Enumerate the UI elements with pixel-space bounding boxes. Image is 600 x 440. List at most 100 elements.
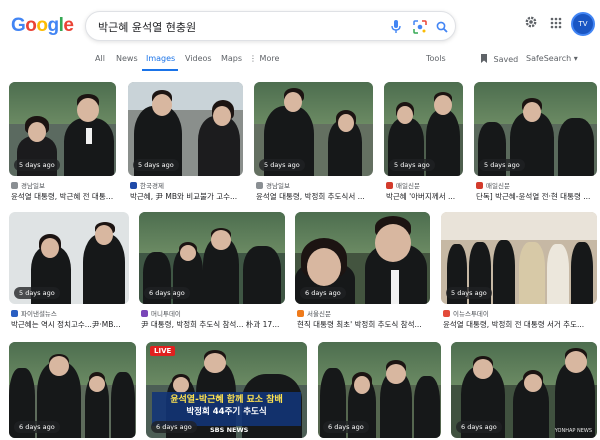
result-caption[interactable]: 윤석열 대통령, 박정희 전 대통령 서거 추도... xyxy=(443,319,599,330)
account-avatar[interactable]: TV xyxy=(571,12,595,36)
caret-down-icon: ▾ xyxy=(573,54,578,63)
header: Google 박근혜 윤석열 현충원 TV xyxy=(0,0,600,50)
image-result[interactable]: LIVE 윤석열-박근혜 함께 묘소 참배 박정희 44주기 추도식 SBS N… xyxy=(146,342,307,438)
source-favicon xyxy=(476,181,483,189)
source-favicon xyxy=(443,309,450,317)
banner-line-1: 윤석열-박근혜 함께 묘소 참배 xyxy=(170,395,283,405)
result-caption[interactable]: 박근혜, 尹 MB와 비교불가 고수... xyxy=(130,191,245,202)
active-tab-indicator xyxy=(142,69,178,71)
result-age-badge: 5 days ago xyxy=(259,159,305,171)
image-result[interactable]: 6 days ago 머니투데이 尹 대통령, 박정희 추도식 참석... 朴과… xyxy=(139,212,285,332)
source-name: 한국경제 xyxy=(140,182,164,190)
image-result[interactable]: 6 days ago 서울신문 현직 대통령 최초' 박정희 추도식 참석... xyxy=(295,212,430,332)
result-age-badge: 5 days ago xyxy=(133,159,179,171)
image-result[interactable]: 5 days ago 한국경제 박근혜, 尹 MB와 비교불가 고수... xyxy=(128,82,243,202)
logo-letter: e xyxy=(63,15,74,36)
result-thumbnail[interactable]: 5 days ago xyxy=(254,82,373,176)
microphone-icon[interactable] xyxy=(388,19,404,35)
tab-all[interactable]: All xyxy=(95,54,105,63)
image-result[interactable]: 5 days ago 매일신문 단독] 박근혜-윤석열 전·현 대통령 ... xyxy=(474,82,597,202)
result-caption[interactable]: 윤석열 대통령, 박근혜 전 대통령 추도... xyxy=(11,191,118,202)
tools-button[interactable]: Tools xyxy=(426,54,446,63)
result-source[interactable]: 파이낸셜뉴스 xyxy=(11,308,57,318)
result-caption[interactable]: 尹 대통령, 박정희 추도식 참석... 朴과 17... xyxy=(141,319,287,330)
avatar-text: TV xyxy=(578,20,588,28)
logo-letter: g xyxy=(47,15,60,36)
image-result[interactable]: 6 days ago xyxy=(318,342,441,438)
tab-maps[interactable]: Maps xyxy=(221,54,242,63)
source-favicon xyxy=(141,309,148,317)
result-thumbnail[interactable]: 5 days ago xyxy=(9,82,116,176)
result-age-badge: 5 days ago xyxy=(479,159,525,171)
source-name: 경남일보 xyxy=(21,182,45,190)
image-result[interactable]: 5 days ago 매일신문 박근혜 '아버지께서 ... xyxy=(384,82,463,202)
result-caption[interactable]: 윤석열 대통령, 박정희 추도식서 ... xyxy=(256,191,375,202)
channel-logo: SBS NEWS xyxy=(210,426,249,434)
result-age-badge: 5 days ago xyxy=(14,159,60,171)
result-age-badge: 5 days ago xyxy=(389,159,435,171)
image-result[interactable]: 5 days ago 파이낸셜뉴스 박근혜는 역시 정치고수...尹·MB... xyxy=(9,212,129,332)
source-name: 파이낸셜뉴스 xyxy=(21,310,57,318)
tab-news[interactable]: News xyxy=(116,54,138,63)
logo-letter: o xyxy=(36,15,48,36)
result-caption[interactable]: 박근혜 '아버지께서 ... xyxy=(386,191,465,202)
result-source[interactable]: 한국경제 xyxy=(130,180,164,190)
source-favicon xyxy=(256,181,263,189)
more-dots-icon: ⋮ xyxy=(249,54,260,63)
image-result[interactable]: 6 days ago xyxy=(9,342,136,438)
source-favicon xyxy=(11,181,18,189)
source-name: 매일신문 xyxy=(486,182,510,190)
image-result[interactable]: 5 days ago 이뉴스투데이 윤석열 대통령, 박정희 전 대통령 서거 … xyxy=(441,212,597,332)
result-thumbnail[interactable]: 6 days ago xyxy=(295,212,430,304)
result-caption[interactable]: 박근혜는 역시 정치고수...尹·MB... xyxy=(11,319,131,330)
search-box[interactable]: 박근혜 윤석열 현충원 xyxy=(85,11,456,41)
result-source[interactable]: 매일신문 xyxy=(476,180,510,190)
result-thumbnail[interactable]: 6 days ago xyxy=(139,212,285,304)
result-age-badge: 6 days ago xyxy=(151,421,197,433)
result-age-badge: 6 days ago xyxy=(456,421,502,433)
result-thumbnail[interactable]: 5 days ago xyxy=(9,212,129,304)
result-age-badge: 6 days ago xyxy=(14,421,60,433)
result-age-badge: 6 days ago xyxy=(300,287,346,299)
result-age-badge: 6 days ago xyxy=(323,421,369,433)
lens-icon[interactable] xyxy=(412,19,428,35)
google-logo[interactable]: Google xyxy=(11,15,74,37)
image-result[interactable]: 5 days ago 경남일보 윤석열 대통령, 박근혜 전 대통령 추도... xyxy=(9,82,118,202)
saved-label: Saved xyxy=(493,55,519,64)
image-result[interactable]: 5 days ago 경남일보 윤석열 대통령, 박정희 추도식서 ... xyxy=(254,82,373,202)
banner-line-2: 박정희 44주기 추도식 xyxy=(186,407,267,417)
source-favicon xyxy=(386,181,393,189)
search-icon[interactable] xyxy=(434,19,450,35)
tab-more-label: More xyxy=(259,54,280,63)
search-tabs: All News Images Videos Maps ⋮ More Tools… xyxy=(0,50,600,72)
search-input[interactable]: 박근혜 윤석열 현충원 xyxy=(98,19,196,35)
result-source[interactable]: 매일신문 xyxy=(386,180,420,190)
tab-more[interactable]: ⋮ More xyxy=(249,54,279,63)
result-source[interactable]: 경남일보 xyxy=(11,180,45,190)
result-source[interactable]: 머니투데이 xyxy=(141,308,181,318)
image-result[interactable]: YONHAP NEWS 6 days ago xyxy=(451,342,597,438)
result-thumbnail[interactable]: 6 days ago xyxy=(9,342,136,438)
result-thumbnail[interactable]: 5 days ago xyxy=(474,82,597,176)
source-name: 서울신문 xyxy=(307,310,331,318)
result-source[interactable]: 이뉴스투데이 xyxy=(443,308,489,318)
result-thumbnail[interactable]: LIVE 윤석열-박근혜 함께 묘소 참배 박정희 44주기 추도식 SBS N… xyxy=(146,342,307,438)
settings-gear-icon[interactable] xyxy=(524,14,538,33)
result-caption[interactable]: 단독] 박근혜-윤석열 전·현 대통령 ... xyxy=(476,191,599,202)
result-thumbnail[interactable]: 5 days ago xyxy=(384,82,463,176)
saved-button[interactable]: Saved xyxy=(480,54,518,64)
result-thumbnail[interactable]: 5 days ago xyxy=(441,212,597,304)
result-thumbnail[interactable]: YONHAP NEWS 6 days ago xyxy=(451,342,597,438)
tab-videos[interactable]: Videos xyxy=(185,54,212,63)
result-caption[interactable]: 현직 대통령 최초' 박정희 추도식 참석... xyxy=(297,319,432,330)
result-age-badge: 5 days ago xyxy=(446,287,492,299)
apps-grid-icon[interactable] xyxy=(550,14,562,33)
source-favicon xyxy=(130,181,137,189)
tab-images[interactable]: Images xyxy=(146,54,175,63)
safesearch-button[interactable]: SafeSearch ▾ xyxy=(526,54,578,63)
result-source[interactable]: 경남일보 xyxy=(256,180,290,190)
result-age-badge: 5 days ago xyxy=(14,287,60,299)
result-thumbnail[interactable]: 6 days ago xyxy=(318,342,441,438)
result-source[interactable]: 서울신문 xyxy=(297,308,331,318)
result-thumbnail[interactable]: 5 days ago xyxy=(128,82,243,176)
